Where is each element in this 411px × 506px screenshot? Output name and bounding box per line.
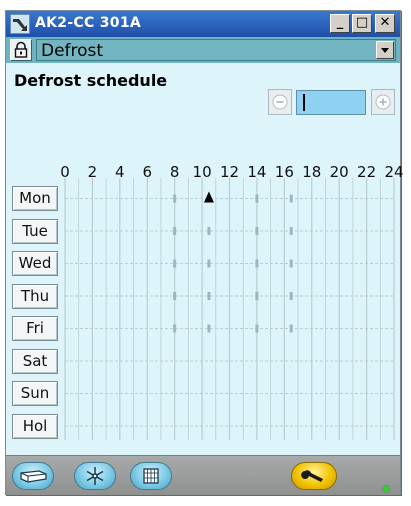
defrost-mark [173,292,177,300]
defrost-mark [255,227,259,235]
defrost-mark [255,259,259,268]
defrost-mark [207,259,211,268]
defrost-button[interactable] [74,462,116,490]
defrost-mark [289,194,293,203]
defrost-mark [207,292,211,300]
defrost-mark [289,324,293,333]
service-button[interactable] [291,462,337,490]
defrost-mark [255,324,259,333]
defrost-mark [289,227,293,235]
defrost-mark [173,259,177,268]
defrost-mark [207,227,211,235]
defrost-mark [289,259,293,268]
calendar-button[interactable] [130,462,172,490]
defrost-mark [255,194,259,203]
calendar-icon [143,468,159,484]
bottom-toolbar [6,455,400,495]
app-window: AK2-CC 301A _ □ ✕ Defrost Defrost schedu… [5,10,404,495]
schedule-grid[interactable] [6,11,400,455]
status-led [383,486,389,492]
defrost-mark [207,324,211,333]
cabinet-button[interactable] [12,462,54,490]
defrost-mark [173,227,177,235]
wrench-icon [301,470,323,482]
defrost-mark [173,324,177,333]
defrost-mark [255,292,259,300]
cabinet-icon [20,470,47,483]
schedule-cursor-marker[interactable] [203,191,214,203]
defrost-mark [173,194,177,203]
snowflake-icon [86,467,104,485]
defrost-mark [289,292,293,300]
